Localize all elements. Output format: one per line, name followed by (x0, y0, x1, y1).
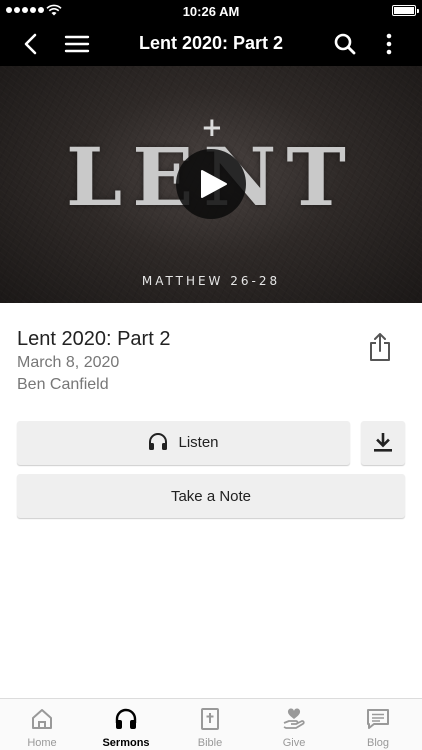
tab-give[interactable]: Give (252, 699, 336, 750)
battery-icon (392, 5, 419, 16)
tab-blog-label: Blog (366, 737, 390, 749)
sermon-speaker: Ben Canfield (17, 376, 109, 393)
play-icon (201, 170, 227, 198)
hero-subtitle-text: MATTHEW 26-28 (141, 274, 281, 288)
status-time: 10:26 AM (182, 4, 240, 19)
download-button[interactable] (361, 421, 405, 465)
tab-bible[interactable]: Bible (168, 699, 252, 750)
take-note-label: Take a Note (170, 488, 252, 505)
listen-label: Listen (178, 433, 219, 451)
tab-bar: Home Sermons Bible Give Blog (0, 698, 422, 750)
headphones-icon (149, 433, 168, 450)
search-icon[interactable] (332, 31, 358, 57)
listen-button[interactable]: Listen (17, 421, 350, 465)
download-icon (374, 433, 392, 452)
home-icon (32, 709, 52, 729)
sermon-date: March 8, 2020 (17, 354, 120, 371)
share-icon[interactable] (368, 332, 392, 362)
nav-title: Lent 2020: Part 2 (138, 33, 284, 53)
headphones-icon (115, 708, 137, 729)
tab-bible-label: Bible (197, 737, 223, 749)
nav-bar: Lent 2020: Part 2 (0, 22, 422, 66)
give-icon (283, 708, 305, 729)
tab-blog[interactable]: Blog (336, 699, 420, 750)
sermon-title: Lent 2020: Part 2 (17, 328, 171, 350)
tab-sermons[interactable]: Sermons (84, 699, 168, 750)
tab-sermons-label: Sermons (102, 737, 150, 749)
tab-home[interactable]: Home (0, 699, 84, 750)
tab-home-label: Home (27, 737, 57, 749)
play-button[interactable] (176, 149, 246, 219)
bible-icon (201, 708, 219, 730)
blog-icon (367, 709, 389, 729)
take-note-button[interactable]: Take a Note (17, 474, 405, 518)
status-bar: 10:26 AM (0, 0, 422, 22)
more-options-icon[interactable] (376, 31, 402, 57)
sermon-video-thumbnail[interactable]: + LENT MATTHEW 26-28 (0, 66, 422, 303)
tab-give-label: Give (282, 737, 306, 749)
